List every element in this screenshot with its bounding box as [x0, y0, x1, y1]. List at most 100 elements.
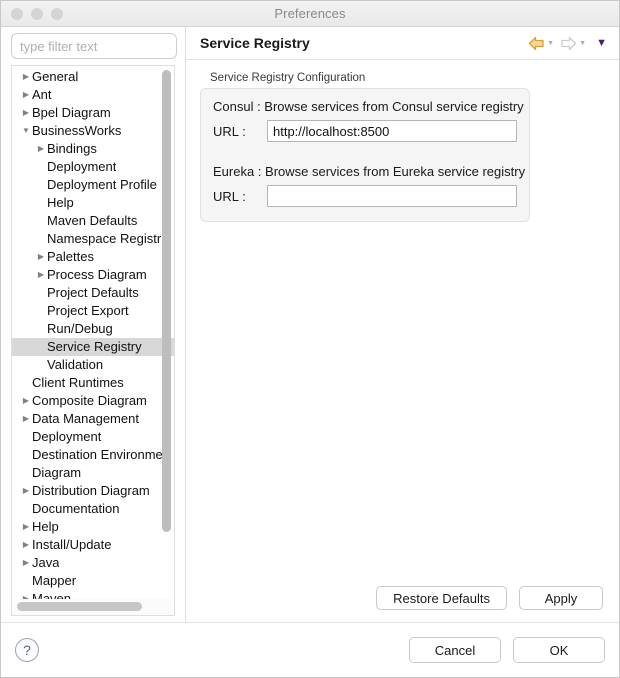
tree-item-deployment-profile[interactable]: Deployment Profile [12, 176, 174, 194]
apply-button[interactable]: Apply [519, 586, 603, 610]
tree-item-label: Client Runtimes [32, 375, 124, 390]
tree-item-project-defaults[interactable]: Project Defaults [12, 284, 174, 302]
tree-item-general[interactable]: ▶ General [12, 68, 174, 86]
tree-item-data-management[interactable]: ▶ Data Management [12, 410, 174, 428]
tree-item-deployment[interactable]: Deployment [12, 428, 174, 446]
preferences-sidebar: ▶General▶Ant▶Bpel Diagram▼BusinessWorks▶… [1, 27, 186, 622]
minimize-button[interactable] [31, 7, 43, 20]
chevron-down-icon[interactable]: ▼ [20, 122, 32, 140]
tree-item-help[interactable]: ▶ Help [12, 518, 174, 536]
chevron-right-icon[interactable]: ▶ [20, 86, 32, 104]
chevron-right-icon[interactable]: ▶ [20, 590, 32, 599]
tree-item-distribution-diagram[interactable]: ▶ Distribution Diagram [12, 482, 174, 500]
eureka-description: Eureka : Browse services from Eureka ser… [213, 164, 526, 179]
close-button[interactable] [11, 7, 23, 20]
tree-item-label: General [32, 69, 79, 84]
consul-url-row: URL : [213, 120, 517, 142]
tree-item-java[interactable]: ▶ Java [12, 554, 174, 572]
tree-item-ant[interactable]: ▶ Ant [12, 86, 174, 104]
tree-item-documentation[interactable]: Documentation [12, 500, 174, 518]
tree-item-label: Help [32, 519, 59, 534]
chevron-right-icon[interactable]: ▶ [20, 392, 32, 410]
filter-input[interactable] [11, 33, 177, 59]
back-dropdown-caret[interactable]: ▼ [546, 40, 555, 47]
ok-button[interactable]: OK [513, 637, 605, 663]
eureka-url-input[interactable] [267, 185, 517, 207]
preferences-tree-frame: ▶ General ▶ Ant ▶ Bpel Diagram ▼ BusinessWorks ▶… [11, 65, 175, 599]
tree-item-service-registry[interactable]: Service Registry [12, 338, 174, 356]
tree-item-palettes[interactable]: ▶ Palettes [12, 248, 174, 266]
tree-item-businessworks[interactable]: ▼ BusinessWorks [12, 122, 174, 140]
group-title: Service Registry Configuration [210, 72, 366, 84]
question-mark-icon[interactable]: ? [15, 638, 39, 662]
tree-item-client-runtimes[interactable]: Client Runtimes [12, 374, 174, 392]
chevron-right-icon[interactable]: ▶ [35, 248, 47, 266]
zoom-button[interactable] [51, 7, 63, 20]
tree-item-maven[interactable]: ▶ Maven [12, 590, 174, 599]
back-nav-group[interactable]: ▼ [528, 36, 558, 51]
consul-url-input[interactable] [267, 120, 517, 142]
service-registry-configuration-group: Consul : Browse services from Consul ser… [200, 88, 530, 222]
forward-arrow-icon[interactable] [560, 36, 577, 51]
chevron-right-icon[interactable]: ▶ [20, 536, 32, 554]
eureka-url-row: URL : [213, 185, 517, 207]
tree-item-destination-environme[interactable]: Destination Environme [12, 446, 174, 464]
tree-item-run-debug[interactable]: Run/Debug [12, 320, 174, 338]
tree-item-label: Documentation [32, 501, 120, 516]
chevron-right-icon[interactable]: ▶ [20, 554, 32, 572]
tree-horizontal-scrollbar[interactable] [11, 599, 175, 616]
dialog-body: ▶General▶Ant▶Bpel Diagram▼BusinessWorks▶… [1, 27, 619, 622]
preference-page-body: Service Registry Configuration Consul : … [186, 60, 619, 586]
tree-item-diagram[interactable]: Diagram [12, 464, 174, 482]
tree-vertical-scrollbar[interactable] [162, 70, 171, 595]
forward-dropdown-caret[interactable]: ▼ [578, 40, 587, 47]
back-arrow-icon[interactable] [528, 36, 545, 51]
preferences-tree: ▶ General ▶ Ant ▶ Bpel Diagram ▼ BusinessWorks ▶… [12, 66, 174, 599]
chevron-right-icon[interactable]: ▶ [20, 68, 32, 86]
tree-item-project-export[interactable]: Project Export [12, 302, 174, 320]
page-action-buttons: Restore Defaults Apply [186, 586, 619, 622]
tree-item-help[interactable]: Help [12, 194, 174, 212]
preference-page-header: Service Registry ▼ ▼ ▼ [186, 27, 619, 60]
tree-item-label: Bpel Diagram [32, 105, 111, 120]
tree-item-maven-defaults[interactable]: Maven Defaults [12, 212, 174, 230]
consul-registry-section: Consul : Browse services from Consul ser… [213, 99, 524, 142]
chevron-right-icon[interactable]: ▶ [35, 140, 47, 158]
tree-item-label: Project Defaults [47, 285, 139, 300]
chevron-right-icon[interactable]: ▶ [35, 266, 47, 284]
tree-vertical-scrollbar-thumb[interactable] [162, 70, 171, 532]
chevron-right-icon[interactable]: ▶ [20, 482, 32, 500]
forward-nav-group[interactable]: ▼ [560, 36, 590, 51]
chevron-down-icon[interactable]: ▼ [596, 37, 607, 49]
tree-item-label: Project Export [47, 303, 129, 318]
page-title: Service Registry [200, 35, 310, 51]
tree-item-label: Bindings [47, 141, 97, 156]
tree-item-mapper[interactable]: Mapper [12, 572, 174, 590]
tree-item-label: BusinessWorks [32, 123, 122, 138]
tree-item-bpel-diagram[interactable]: ▶ Bpel Diagram [12, 104, 174, 122]
tree-item-label: Deployment Profile [47, 177, 157, 192]
tree-item-deployment[interactable]: Deployment [12, 158, 174, 176]
eureka-url-label: URL : [213, 188, 246, 204]
tree-item-label: Run/Debug [47, 321, 113, 336]
tree-item-process-diagram[interactable]: ▶ Process Diagram [12, 266, 174, 284]
tree-horizontal-scrollbar-thumb[interactable] [17, 602, 142, 611]
consul-url-label: URL : [213, 123, 246, 139]
tree-item-label: Data Management [32, 411, 139, 426]
tree-item-label: Maven Defaults [47, 213, 138, 228]
chevron-right-icon[interactable]: ▶ [20, 518, 32, 536]
tree-item-composite-diagram[interactable]: ▶ Composite Diagram [12, 392, 174, 410]
tree-item-namespace-registr[interactable]: Namespace Registr [12, 230, 174, 248]
cancel-button[interactable]: Cancel [409, 637, 501, 663]
tree-item-validation[interactable]: Validation [12, 356, 174, 374]
tree-item-label: Deployment [32, 429, 102, 444]
chevron-right-icon[interactable]: ▶ [20, 104, 32, 122]
tree-item-install-update[interactable]: ▶ Install/Update [12, 536, 174, 554]
restore-defaults-button[interactable]: Restore Defaults [376, 586, 507, 610]
tree-item-label: Diagram [32, 465, 82, 480]
tree-item-bindings[interactable]: ▶ Bindings [12, 140, 174, 158]
chevron-right-icon[interactable]: ▶ [20, 410, 32, 428]
tree-item-label: Service Registry [47, 339, 142, 354]
tree-item-label: Process Diagram [47, 267, 147, 282]
